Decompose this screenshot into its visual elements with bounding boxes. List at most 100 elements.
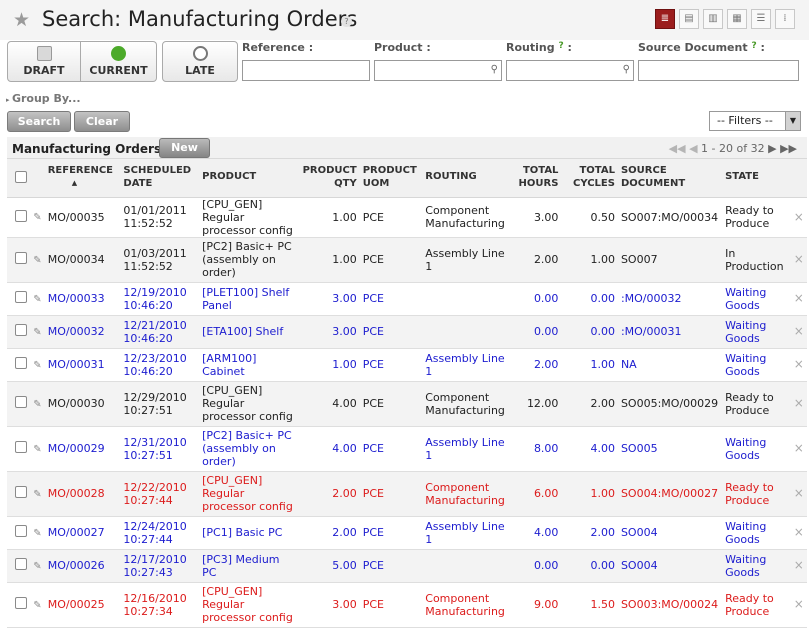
product-qty-header[interactable]: PRODUCT QTY — [299, 159, 360, 198]
delete-icon[interactable]: × — [794, 558, 804, 572]
select-all-checkbox[interactable] — [15, 171, 27, 183]
source-document-header[interactable]: SOURCE DOCUMENT — [617, 159, 723, 198]
routing-header[interactable]: ROUTING — [422, 159, 516, 198]
table-row[interactable]: ✎ MO/00025 12/16/2010 10:27:34 [CPU_GEN] Regu… — [7, 582, 807, 628]
state-line: Produce — [725, 493, 770, 507]
delete-icon[interactable]: × — [794, 396, 804, 410]
routing-input[interactable]: ⚲ — [506, 60, 634, 81]
reference-cell[interactable]: MO/00026 — [44, 549, 121, 583]
product-input[interactable]: ⚲ — [374, 60, 502, 81]
table-row[interactable]: ✎ MO/00031 12/23/2010 10:46:20 [ARM100] Cabin… — [7, 348, 807, 382]
delete-icon[interactable]: × — [794, 597, 804, 611]
current-filter-button[interactable]: CURRENT — [81, 41, 157, 82]
delete-icon[interactable]: × — [794, 291, 804, 305]
next-page-icon[interactable]: ▶ — [768, 142, 776, 155]
edit-pencil-icon[interactable]: ✎ — [33, 294, 41, 305]
filters-select[interactable]: -- Filters -- ▼ — [709, 111, 801, 131]
edit-pencil-icon[interactable]: ✎ — [33, 444, 41, 455]
edit-pencil-icon[interactable]: ✎ — [33, 489, 41, 500]
prev-page-icon[interactable]: ◀ — [689, 142, 697, 155]
source-document-input[interactable] — [638, 60, 799, 81]
first-page-icon[interactable]: ◀◀ — [669, 142, 686, 155]
row-checkbox[interactable] — [15, 525, 27, 537]
routing-line: Manufacturing — [425, 217, 505, 230]
table-row[interactable]: ✎ MO/00034 01/03/2011 11:52:52 [PC2] Basic+ … — [7, 237, 807, 283]
row-checkbox[interactable] — [15, 324, 27, 336]
delete-icon[interactable]: × — [794, 486, 804, 500]
reference-cell[interactable]: MO/00034 — [44, 237, 121, 283]
reference-cell[interactable]: MO/00028 — [44, 471, 121, 517]
help-icon[interactable]: ? — [341, 16, 352, 27]
row-checkbox[interactable] — [15, 396, 27, 408]
table-row[interactable]: ✎ MO/00029 12/31/2010 10:27:51 [PC2] Basic+ … — [7, 426, 807, 472]
edit-pencil-icon[interactable]: ✎ — [33, 327, 41, 338]
table-row[interactable]: ✎ MO/00033 12/19/2010 10:46:20 [PLET100] She… — [7, 282, 807, 316]
product-header[interactable]: PRODUCT — [199, 159, 300, 198]
reference-cell[interactable]: MO/00025 — [44, 582, 121, 628]
edit-pencil-icon[interactable]: ✎ — [33, 399, 41, 410]
search-icon[interactable]: ⚲ — [623, 64, 630, 75]
row-checkbox[interactable] — [15, 486, 27, 498]
edit-pencil-icon[interactable]: ✎ — [33, 360, 41, 371]
gantt-view-icon[interactable]: ☰ — [751, 9, 771, 29]
late-filter-button[interactable]: LATE — [162, 41, 238, 82]
edit-pencil-icon[interactable]: ✎ — [33, 255, 41, 266]
draft-filter-button[interactable]: DRAFT — [7, 41, 81, 82]
edit-pencil-icon[interactable]: ✎ — [33, 600, 41, 611]
edit-pencil-icon[interactable]: ✎ — [33, 561, 41, 572]
reference-cell[interactable]: MO/00032 — [44, 315, 121, 349]
delete-icon[interactable]: × — [794, 441, 804, 455]
reference-cell[interactable]: MO/00027 — [44, 516, 121, 550]
row-checkbox[interactable] — [15, 558, 27, 570]
list-view-icon[interactable]: ≣ — [655, 9, 675, 29]
delete-icon[interactable]: × — [794, 252, 804, 266]
row-checkbox[interactable] — [15, 291, 27, 303]
calendar-view-icon[interactable]: ▦ — [727, 9, 747, 29]
clear-button[interactable]: Clear — [74, 111, 130, 132]
reference-input[interactable] — [242, 60, 370, 81]
total-hours-header[interactable]: TOTAL HOURS — [515, 159, 562, 198]
search-button[interactable]: Search — [7, 111, 71, 132]
table-row[interactable]: ✎ MO/00032 12/21/2010 10:46:20 [ETA100] Shel… — [7, 315, 807, 349]
reference-header[interactable]: REFERENCE ▲ — [44, 159, 121, 198]
routing-help-icon[interactable]: ? — [558, 41, 563, 51]
row-checkbox[interactable] — [15, 597, 27, 609]
table-row[interactable]: ✎ MO/00028 12/22/2010 10:27:44 [CPU_GEN] Regu… — [7, 471, 807, 517]
edit-pencil-icon[interactable]: ✎ — [33, 212, 41, 223]
reference-cell[interactable]: MO/00029 — [44, 426, 121, 472]
form-view-icon[interactable]: ▤ — [679, 9, 699, 29]
total-cycles-header[interactable]: TOTAL CYCLES — [561, 159, 618, 198]
group-by-toggle[interactable]: ▸ Group By... — [6, 92, 81, 105]
row-checkbox[interactable] — [15, 209, 27, 222]
row-checkbox[interactable] — [15, 357, 27, 369]
delete-icon[interactable]: × — [794, 324, 804, 338]
kanban-view-icon[interactable]: ⁞ — [775, 9, 795, 29]
table-row[interactable]: ✎ MO/00026 12/17/2010 10:27:43 [PC3] Medium P… — [7, 549, 807, 583]
delete-icon[interactable]: × — [794, 357, 804, 371]
search-icon[interactable]: ⚲ — [491, 64, 498, 75]
delete-icon[interactable]: × — [794, 525, 804, 539]
product-line: Cabinet — [202, 364, 245, 378]
state-cell: Ready to Produce — [722, 471, 791, 517]
edit-pencil-icon[interactable]: ✎ — [33, 528, 41, 539]
favorite-star-icon[interactable]: ★ — [13, 9, 30, 31]
scheduled-date-line: 12/31/2010 — [123, 435, 187, 449]
reference-cell[interactable]: MO/00030 — [44, 381, 121, 427]
source-document-cell: NA — [617, 348, 723, 382]
graph-view-icon[interactable]: ▥ — [703, 9, 723, 29]
table-row[interactable]: ✎ MO/00027 12/24/2010 10:27:44 [PC1] Basic P… — [7, 516, 807, 550]
delete-icon[interactable]: × — [794, 210, 804, 224]
last-page-icon[interactable]: ▶▶ — [780, 142, 797, 155]
reference-cell[interactable]: MO/00031 — [44, 348, 121, 382]
reference-cell[interactable]: MO/00035 — [44, 197, 121, 238]
state-header[interactable]: STATE — [722, 159, 791, 198]
reference-cell[interactable]: MO/00033 — [44, 282, 121, 316]
row-checkbox[interactable] — [15, 252, 27, 264]
table-row[interactable]: ✎ MO/00030 12/29/2010 10:27:51 [CPU_GEN] Regu… — [7, 381, 807, 427]
row-checkbox[interactable] — [15, 441, 27, 453]
new-button[interactable]: New — [159, 138, 210, 158]
product-uom-header[interactable]: PRODUCT UOM — [359, 159, 423, 198]
table-row[interactable]: ✎ MO/00035 01/01/2011 11:52:52 [CPU_GEN] Regu… — [7, 197, 807, 238]
scheduled-date-header[interactable]: SCHEDULED DATE — [120, 159, 200, 198]
source-help-icon[interactable]: ? — [751, 41, 756, 51]
